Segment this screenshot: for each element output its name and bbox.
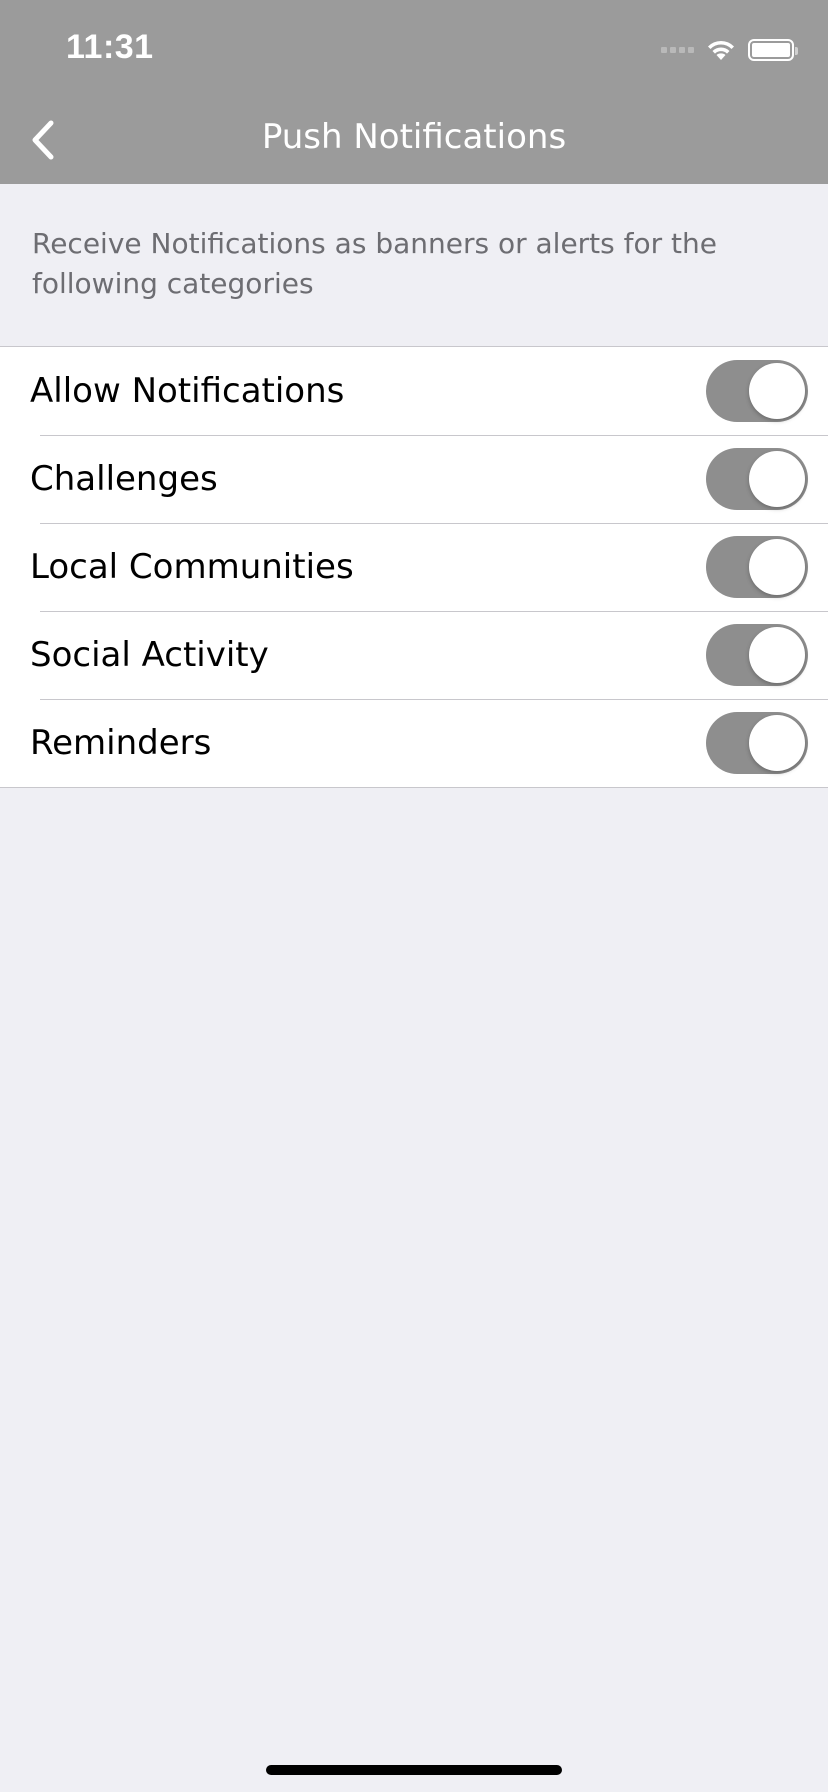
setting-row-reminders: Reminders bbox=[0, 699, 828, 787]
home-indicator[interactable] bbox=[266, 1765, 562, 1775]
local-communities-toggle[interactable] bbox=[706, 536, 808, 598]
setting-label: Reminders bbox=[30, 723, 212, 763]
toggle-knob bbox=[749, 539, 805, 595]
setting-label: Social Activity bbox=[30, 635, 269, 675]
status-icons bbox=[661, 34, 798, 66]
allow-notifications-toggle[interactable] bbox=[706, 360, 808, 422]
setting-label: Local Communities bbox=[30, 547, 354, 587]
setting-label: Challenges bbox=[30, 459, 218, 499]
setting-row-allow-notifications: Allow Notifications bbox=[0, 347, 828, 435]
notification-settings-list: Allow Notifications Challenges Local Com… bbox=[0, 346, 828, 788]
toggle-knob bbox=[749, 627, 805, 683]
setting-row-challenges: Challenges bbox=[0, 435, 828, 523]
section-description: Receive Notifications as banners or aler… bbox=[32, 227, 718, 300]
page-title: Push Notifications bbox=[261, 117, 567, 157]
setting-label: Allow Notifications bbox=[30, 371, 345, 411]
toggle-knob bbox=[749, 715, 805, 771]
status-time: 11:31 bbox=[66, 28, 154, 66]
setting-row-local-communities: Local Communities bbox=[0, 523, 828, 611]
toggle-knob bbox=[749, 363, 805, 419]
challenges-toggle[interactable] bbox=[706, 448, 808, 510]
social-activity-toggle[interactable] bbox=[706, 624, 808, 686]
wifi-icon bbox=[708, 40, 734, 60]
cellular-signal-icon bbox=[661, 47, 694, 53]
reminders-toggle[interactable] bbox=[706, 712, 808, 774]
navigation-header: 11:31 Push Notifications bbox=[0, 0, 828, 184]
battery-icon bbox=[748, 39, 798, 61]
setting-row-social-activity: Social Activity bbox=[0, 611, 828, 699]
toggle-knob bbox=[749, 451, 805, 507]
